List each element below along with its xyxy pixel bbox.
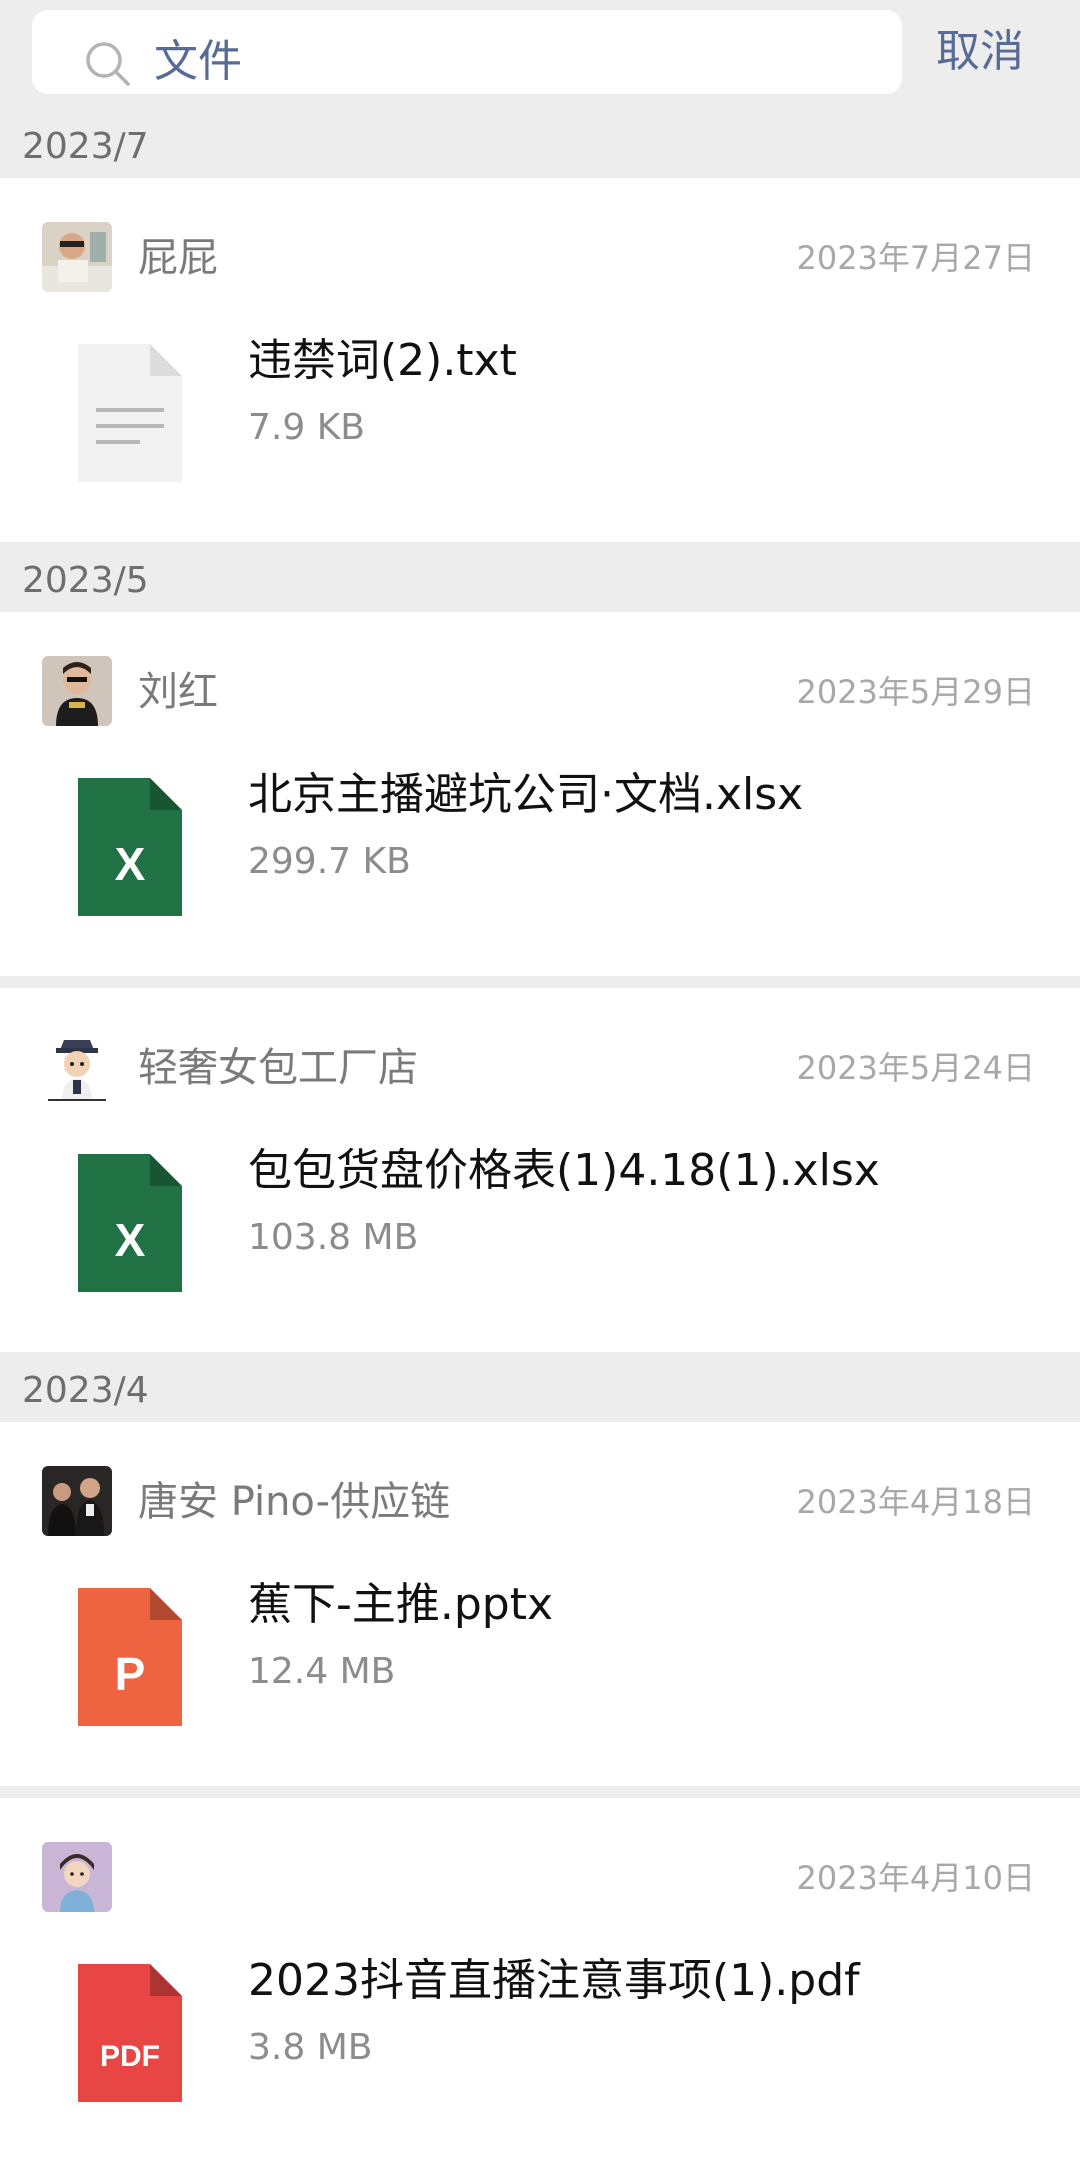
file-name: 违禁词(2).txt: [248, 335, 517, 386]
group-header: 2023/5: [0, 542, 1080, 612]
file-date: 2023年7月27日: [796, 239, 1035, 277]
file-icon-label: X: [115, 1214, 146, 1266]
file-name: 包包货盘价格表(1)4.18(1).xlsx: [248, 1145, 880, 1196]
file-size: 7.9 KB: [248, 407, 365, 448]
sender-name: 屁屁: [138, 235, 218, 281]
xlsx-file-icon: X: [78, 778, 182, 916]
file-size: 103.8 MB: [248, 1217, 419, 1258]
avatar[interactable]: [42, 1032, 112, 1102]
group-header: 2023/7: [0, 108, 1080, 178]
cancel-button[interactable]: 取消: [936, 0, 1024, 104]
file-list: 2023/7 屁屁 2023年7月27日违禁词(2).txt 7.9 KB 2023/5…: [0, 108, 1080, 2162]
search-bar: 文件 取消: [0, 0, 1080, 108]
search-icon: [86, 42, 130, 86]
avatar[interactable]: [42, 656, 112, 726]
file-size: 12.4 MB: [248, 1651, 396, 1692]
file-list-item[interactable]: 唐安 Pino-供应链 2023年4月18日 P 蕉下-主推.pptx 12.4 MB: [0, 1422, 1080, 1786]
file-size: 3.8 MB: [248, 2027, 373, 2068]
group-header: 2023/4: [0, 1352, 1080, 1422]
file-list-item[interactable]: 屁屁 2023年7月27日违禁词(2).txt 7.9 KB: [0, 178, 1080, 542]
search-query[interactable]: 文件: [154, 10, 242, 114]
file-icon-label: PDF: [100, 2040, 160, 2073]
file-list-item[interactable]: 2023年4月10日 PDF 2023抖音直播注意事项(1).pdf 3.8 MB: [0, 1798, 1080, 2162]
file-name: 2023抖音直播注意事项(1).pdf: [248, 1955, 860, 2006]
txt-file-icon: [78, 344, 182, 482]
avatar[interactable]: [42, 1842, 112, 1912]
xlsx-file-icon: X: [78, 1154, 182, 1292]
file-date: 2023年4月10日: [796, 1859, 1035, 1897]
file-date: 2023年5月24日: [796, 1049, 1035, 1087]
search-input[interactable]: 文件: [32, 10, 902, 94]
file-size: 299.7 KB: [248, 841, 411, 882]
file-name: 北京主播避坑公司·文档.xlsx: [248, 769, 804, 820]
file-name: 蕉下-主推.pptx: [248, 1579, 554, 1630]
file-icon-label: X: [115, 838, 146, 890]
file-date: 2023年5月29日: [796, 673, 1035, 711]
sender-name: 轻奢女包工厂店: [138, 1045, 418, 1091]
pdf-file-icon: PDF: [78, 1964, 182, 2102]
avatar[interactable]: [42, 222, 112, 292]
sender-name: 刘红: [138, 669, 218, 715]
file-icon-label: P: [115, 1648, 146, 1700]
file-list-item[interactable]: 轻奢女包工厂店 2023年5月24日 X 包包货盘价格表(1)4.18(1).xlsx…: [0, 988, 1080, 1352]
pptx-file-icon: P: [78, 1588, 182, 1726]
avatar[interactable]: [42, 1466, 112, 1536]
file-date: 2023年4月18日: [796, 1483, 1035, 1521]
file-list-item[interactable]: 刘红 2023年5月29日 X 北京主播避坑公司·文档.xlsx 299.7 KB: [0, 612, 1080, 976]
sender-name: 唐安 Pino-供应链: [138, 1479, 451, 1525]
